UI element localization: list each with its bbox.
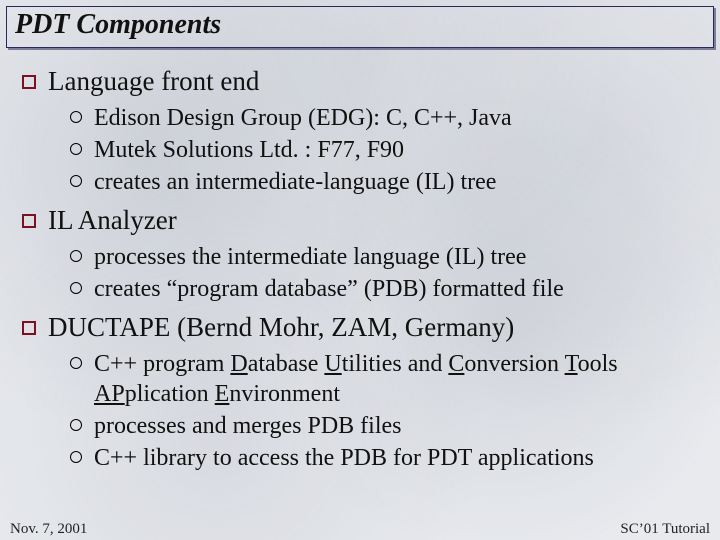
- title-box: PDT Components: [6, 6, 714, 48]
- circle-bullet-icon: [70, 419, 82, 431]
- section-heading: IL Analyzer: [48, 205, 177, 236]
- circle-bullet-icon: [70, 250, 82, 262]
- footer-event: SC’01 Tutorial: [620, 521, 710, 538]
- circle-bullet-icon: [70, 175, 82, 187]
- list-item: C++ program Database Utilities and Conve…: [70, 349, 698, 409]
- sublist: Edison Design Group (EDG): C, C++, Java …: [70, 103, 698, 197]
- list-item-text: processes the intermediate language (IL)…: [94, 242, 526, 272]
- footer-date: Nov. 7, 2001: [10, 521, 87, 538]
- list-item: creates “program database” (PDB) formatt…: [70, 274, 698, 304]
- sublist: processes the intermediate language (IL)…: [70, 242, 698, 304]
- list-item-text: C++ program Database Utilities and Conve…: [94, 349, 698, 409]
- list-item: Edison Design Group (EDG): C, C++, Java: [70, 103, 698, 133]
- list-item-text: creates “program database” (PDB) formatt…: [94, 274, 564, 304]
- circle-bullet-icon: [70, 143, 82, 155]
- sublist: C++ program Database Utilities and Conve…: [70, 349, 698, 473]
- section-heading: Language front end: [48, 66, 259, 97]
- list-item: processes the intermediate language (IL)…: [70, 242, 698, 272]
- square-bullet-icon: [22, 214, 36, 228]
- list-item-text: Edison Design Group (EDG): C, C++, Java: [94, 103, 512, 133]
- list-item-text: Mutek Solutions Ltd. : F77, F90: [94, 135, 404, 165]
- slide-title: PDT Components: [15, 9, 705, 41]
- list-item-text: processes and merges PDB files: [94, 411, 402, 441]
- section-heading: DUCTAPE (Bernd Mohr, ZAM, Germany): [48, 312, 514, 343]
- list-item-text: C++ library to access the PDB for PDT ap…: [94, 443, 594, 473]
- list-item: Mutek Solutions Ltd. : F77, F90: [70, 135, 698, 165]
- footer: Nov. 7, 2001 SC’01 Tutorial: [0, 521, 720, 538]
- list-item: processes and merges PDB files: [70, 411, 698, 441]
- circle-bullet-icon: [70, 111, 82, 123]
- square-bullet-icon: [22, 75, 36, 89]
- section-heading-row: DUCTAPE (Bernd Mohr, ZAM, Germany): [22, 312, 698, 343]
- slide-content: Language front end Edison Design Group (…: [0, 48, 720, 473]
- circle-bullet-icon: [70, 357, 82, 369]
- list-item: C++ library to access the PDB for PDT ap…: [70, 443, 698, 473]
- section-heading-row: IL Analyzer: [22, 205, 698, 236]
- list-item-text: creates an intermediate-language (IL) tr…: [94, 167, 496, 197]
- circle-bullet-icon: [70, 451, 82, 463]
- section-heading-row: Language front end: [22, 66, 698, 97]
- square-bullet-icon: [22, 321, 36, 335]
- circle-bullet-icon: [70, 282, 82, 294]
- list-item: creates an intermediate-language (IL) tr…: [70, 167, 698, 197]
